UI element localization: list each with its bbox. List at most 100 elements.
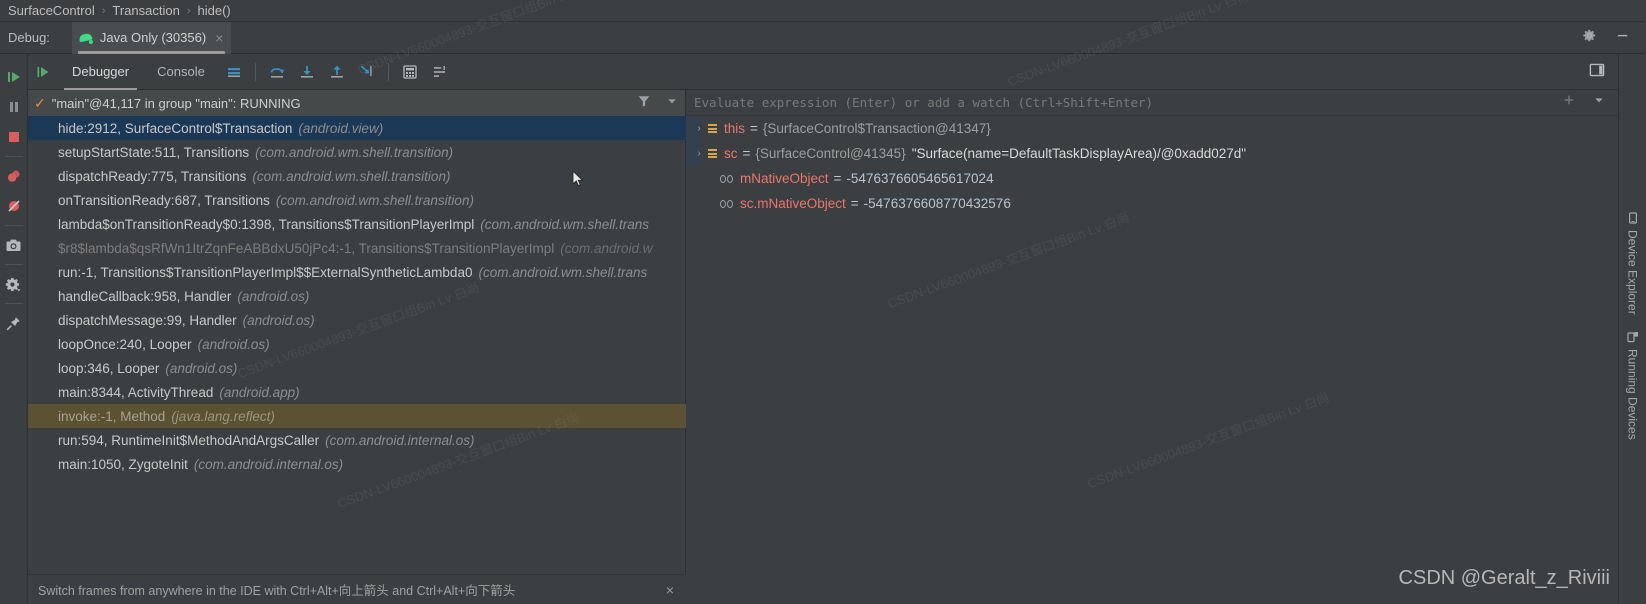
variable-value: -5476376608770432576 (863, 196, 1011, 211)
frame-package: (android.os) (165, 360, 238, 376)
tab-console[interactable]: Console (143, 54, 219, 90)
frame-package: (com.android.internal.os) (193, 456, 344, 472)
variable-row[interactable]: › this = {SurfaceControl$Transaction@41347} (686, 116, 1618, 141)
call-stack-frame-row[interactable]: $r8$lambda$qsRfWn1ItrZqnFeABBdxU50jPc4:-… (28, 236, 686, 260)
primitive-icon (720, 199, 735, 208)
calculator-icon[interactable] (395, 54, 425, 90)
call-stack-frame-row[interactable]: lambda$onTransitionReady$0:1398, Transit… (28, 212, 686, 236)
call-stack-frame-row[interactable]: loop:346, Looper (android.os) (28, 356, 686, 380)
rail-divider (4, 303, 23, 304)
frame-package: (android.app) (219, 384, 300, 400)
breadcrumb: SurfaceControl › Transaction › hide() (0, 0, 1646, 22)
call-stack-frame-row[interactable]: main:1050, ZygoteInit (com.android.intern… (28, 452, 686, 476)
run-to-cursor-icon[interactable] (352, 54, 382, 90)
gear-icon[interactable] (1582, 28, 1597, 48)
debugger-split: ✓ "main"@41,117 in group "main": RUNNING (28, 90, 1618, 604)
rail-divider (4, 156, 23, 157)
breadcrumb-separator-icon: › (101, 4, 106, 17)
frames-hint-text: Switch frames from anywhere in the IDE w… (38, 584, 516, 598)
frame-signature: $r8$lambda$qsRfWn1ItrZqnFeABBdxU50jPc4:-… (58, 240, 555, 256)
variable-row[interactable]: mNativeObject = -5476376605465617024 (686, 166, 1618, 191)
minimize-icon[interactable] (1615, 28, 1630, 48)
toolbar-divider (254, 62, 256, 81)
step-into-icon[interactable] (292, 54, 322, 90)
frame-signature: hide:2912, SurfaceControl$Transaction (58, 120, 293, 136)
right-tool-window-strip: Device Explorer Running Devices (1618, 54, 1646, 604)
view-breakpoints-button[interactable] (0, 161, 28, 191)
frame-signature: dispatchReady:775, Transitions (58, 168, 247, 184)
variable-name: this (724, 121, 746, 136)
chevron-right-icon[interactable]: › (692, 123, 706, 134)
close-icon[interactable]: × (666, 583, 674, 597)
debug-label: Debug: (8, 30, 50, 45)
debug-session-bar: Debug: Java Only (30356) × (0, 21, 1646, 54)
step-run-icon[interactable] (28, 54, 58, 90)
tab-debugger-label: Debugger (72, 64, 130, 79)
primitive-icon (720, 174, 735, 183)
variable-row[interactable]: sc.mNativeObject = -5476376608770432576 (686, 191, 1618, 216)
frame-package: (com.android.wm.shell.trans (478, 264, 648, 280)
frame-signature: onTransitionReady:687, Transitions (58, 192, 270, 208)
call-stack-frame-row[interactable]: loopOnce:240, Looper (android.os) (28, 332, 686, 356)
pin-icon[interactable] (0, 308, 28, 338)
breadcrumb-item-class[interactable]: SurfaceControl (8, 3, 95, 18)
debug-actions-rail (0, 54, 28, 604)
breadcrumb-separator-icon: › (186, 4, 191, 17)
mute-breakpoints-button[interactable] (0, 191, 28, 221)
frame-signature: main:8344, ActivityThread (58, 384, 214, 400)
call-stack-frame-row[interactable]: handleCallback:958, Handler (android.os) (28, 284, 686, 308)
step-over-icon[interactable] (262, 54, 292, 90)
debugger-panel: Debugger Console ✓ "main"@41,117 in grou… (28, 54, 1618, 604)
stop-program-button[interactable] (0, 122, 28, 152)
resume-program-button[interactable] (0, 62, 28, 92)
call-stack-frame-row[interactable]: hide:2912, SurfaceControl$Transaction (an… (28, 116, 686, 140)
variables-list[interactable]: › this = {SurfaceControl$Transaction@41347}… (686, 116, 1618, 604)
frame-signature: handleCallback:958, Handler (58, 288, 232, 304)
breadcrumb-item-method[interactable]: hide() (198, 3, 231, 18)
variable-equals: = (833, 171, 842, 186)
chevron-down-icon[interactable] (1592, 93, 1606, 112)
call-stack-frame-row[interactable]: dispatchMessage:99, Handler (android.os) (28, 308, 686, 332)
call-stack-frame-row[interactable]: run:594, RuntimeInit$MethodAndArgsCaller… (28, 428, 686, 452)
breadcrumb-item-inner-class[interactable]: Transaction (112, 3, 179, 18)
frame-package: (com.android.internal.os) (325, 432, 475, 448)
variable-row[interactable]: › sc = {SurfaceControl@41345} "Surface(name=… (686, 141, 1618, 166)
session-tab-java-only[interactable]: Java Only (30356) × (71, 21, 232, 54)
frame-package: (android.os) (197, 336, 270, 352)
tool-tab-running-devices[interactable]: Running Devices (1626, 323, 1640, 448)
call-stack-frame-row[interactable]: dispatchReady:775, Transitions (com.andro… (28, 164, 686, 188)
variable-value: {SurfaceControl@41345} (755, 146, 906, 161)
frame-signature: invoke:-1, Method (58, 408, 166, 424)
call-stack-frame-row[interactable]: onTransitionReady:687, Transitions (com.a… (28, 188, 686, 212)
step-out-icon[interactable] (322, 54, 352, 90)
frame-package: (android.os) (242, 312, 315, 328)
thread-selector[interactable]: ✓ "main"@41,117 in group "main": RUNNING (28, 90, 685, 116)
frame-package: (com.android.wm.shell.transition) (252, 168, 451, 184)
execution-point-icon[interactable] (219, 54, 249, 90)
call-stack-frame-row[interactable]: invoke:-1, Method (java.lang.reflect) (28, 404, 686, 428)
tab-debugger[interactable]: Debugger (58, 54, 143, 90)
call-stack-frame-row[interactable]: setupStartState:511, Transitions (com.and… (28, 140, 686, 164)
evaluate-expression-input[interactable] (686, 95, 1562, 110)
variable-name: sc (724, 146, 738, 161)
call-stack-frame-row[interactable]: main:8344, ActivityThread (android.app) (28, 380, 686, 404)
chevron-down-icon[interactable] (665, 94, 679, 113)
call-stack-frame-row[interactable]: run:-1, Transitions$TransitionPlayerImpl… (28, 260, 686, 284)
filter-icon[interactable] (637, 94, 651, 113)
add-watch-icon[interactable] (1562, 93, 1576, 112)
layout-icon[interactable] (425, 54, 455, 90)
pause-program-button[interactable] (0, 92, 28, 122)
frame-signature: dispatchMessage:99, Handler (58, 312, 237, 328)
close-icon[interactable]: × (215, 31, 223, 45)
restore-layout-icon[interactable] (1588, 61, 1606, 84)
tool-tab-device-explorer[interactable]: Device Explorer (1626, 204, 1640, 323)
frame-signature: main:1050, ZygoteInit (58, 456, 188, 472)
camera-icon[interactable] (0, 230, 28, 260)
call-stack-frames-list[interactable]: hide:2912, SurfaceControl$Transaction (an… (28, 116, 686, 556)
gear-dropdown-icon[interactable] (0, 269, 28, 299)
chevron-right-icon[interactable]: › (692, 148, 706, 159)
frame-signature: loop:346, Looper (58, 360, 160, 376)
variable-value: -5476376605465617024 (846, 171, 994, 186)
frame-package: (com.android.wm.shell.trans (480, 216, 650, 232)
field-icon (706, 147, 719, 160)
